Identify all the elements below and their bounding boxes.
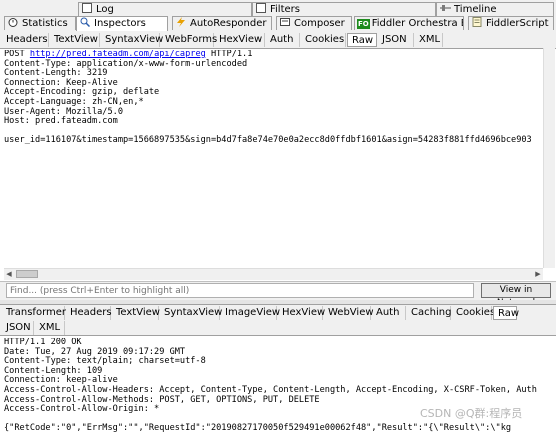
request-tab-xml[interactable]: XML	[415, 33, 443, 47]
timeline-icon	[440, 3, 451, 13]
request-tab-headers[interactable]: Headers	[2, 33, 49, 47]
response-tab-headers[interactable]: Headers	[66, 306, 112, 320]
tab-inspectors-label: Inspectors	[94, 18, 146, 29]
response-tab-xml[interactable]: XML	[35, 321, 65, 335]
script-icon	[472, 17, 483, 27]
request-protocol: HTTP/1.1	[211, 50, 253, 59]
tab-fiddler-orchestra[interactable]: FOFiddler Orchestra Beta	[354, 16, 464, 30]
find-input[interactable]	[6, 283, 474, 298]
request-method: POST	[4, 50, 25, 59]
request-body: user_id=116107&timestamp=1566897535&sign…	[4, 135, 532, 146]
request-tab-cookies[interactable]: Cookies	[301, 33, 346, 47]
request-tab-textview[interactable]: TextView	[50, 33, 100, 47]
request-tab-json[interactable]: JSON	[378, 33, 414, 47]
scroll-left-icon[interactable]: ◀	[4, 269, 14, 280]
request-tabs: Headers TextView SyntaxView WebForms HexView…	[2, 33, 554, 47]
request-horizontal-scrollbar[interactable]: ◀ ▶	[4, 268, 543, 280]
tab-filters[interactable]: Filters	[252, 2, 436, 16]
request-header-line: Host: pred.fateadm.com	[4, 116, 118, 127]
tab-fiddlerscript[interactable]: FiddlerScript	[468, 16, 554, 30]
tab-log-label: Log	[96, 4, 114, 15]
tab-autoresponder[interactable]: AutoResponder	[172, 16, 272, 30]
scroll-thumb[interactable]	[16, 270, 38, 278]
request-tab-hexview[interactable]: HexView	[215, 33, 265, 47]
stopwatch-icon	[8, 17, 19, 27]
request-raw-view[interactable]: POST http://pred.fateadm.com/api/capreg …	[4, 50, 542, 266]
response-tab-raw[interactable]: Raw	[493, 306, 519, 320]
tab-fiddler-orchestra-label: Fiddler Orchestra Beta	[371, 18, 463, 29]
tab-composer-label: Composer	[294, 18, 345, 29]
response-tab-syntaxview[interactable]: SyntaxView	[160, 306, 222, 320]
response-tab-caching[interactable]: Caching	[407, 306, 451, 320]
lightning-icon	[176, 17, 187, 27]
composer-icon	[280, 17, 291, 27]
scroll-right-icon[interactable]: ▶	[533, 269, 543, 280]
inspectors-icon	[80, 17, 91, 28]
tab-statistics[interactable]: Statistics	[4, 16, 76, 30]
tab-statistics-label: Statistics	[22, 18, 68, 29]
tab-log[interactable]: Log	[78, 2, 252, 16]
request-tab-raw[interactable]: Raw	[347, 33, 377, 47]
response-raw-view[interactable]: HTTP/1.1 200 OK Date: Tue, 27 Aug 2019 0…	[4, 338, 556, 436]
tab-filters-label: Filters	[270, 4, 300, 15]
tab-timeline-label: Timeline	[454, 4, 497, 15]
view-in-notepad-button[interactable]: View in Notepad	[481, 283, 551, 308]
tab-autoresponder-label: AutoResponder	[190, 18, 267, 29]
orchestra-badge: FO	[357, 19, 370, 29]
response-body: {"RetCode":"0","ErrMsg":"","RequestId":"…	[4, 423, 512, 434]
tab-timeline[interactable]: Timeline	[436, 2, 554, 16]
request-tab-auth[interactable]: Auth	[266, 33, 300, 47]
response-tab-hexview[interactable]: HexView	[278, 306, 325, 320]
response-tab-auth[interactable]: Auth	[372, 306, 406, 320]
response-tabs-row1: Transformer Headers TextView SyntaxView Imag…	[2, 306, 554, 320]
tab-inspectors[interactable]: Inspectors	[76, 16, 168, 31]
response-tab-transformer[interactable]: Transformer	[2, 306, 66, 320]
filters-icon	[256, 3, 267, 13]
response-tab-cookies[interactable]: Cookies	[452, 306, 495, 320]
response-tab-textview[interactable]: TextView	[112, 306, 160, 320]
request-tab-webforms[interactable]: WebForms	[161, 33, 217, 47]
response-tab-imageview[interactable]: ImageView	[221, 306, 280, 320]
request-vertical-scrollbar[interactable]	[543, 48, 555, 268]
response-tab-json[interactable]: JSON	[2, 321, 34, 335]
watermark: CSDN @Q群:程序员	[420, 407, 523, 420]
request-url[interactable]: http://pred.fateadm.com/api/capreg	[30, 50, 206, 59]
tab-composer[interactable]: Composer	[276, 16, 352, 30]
tab-fiddlerscript-label: FiddlerScript	[486, 18, 549, 29]
response-tabs-row2: JSON XML	[2, 321, 554, 335]
request-tab-syntaxview[interactable]: SyntaxView	[101, 33, 163, 47]
response-tab-webview[interactable]: WebView	[324, 306, 374, 320]
log-icon	[82, 3, 93, 13]
